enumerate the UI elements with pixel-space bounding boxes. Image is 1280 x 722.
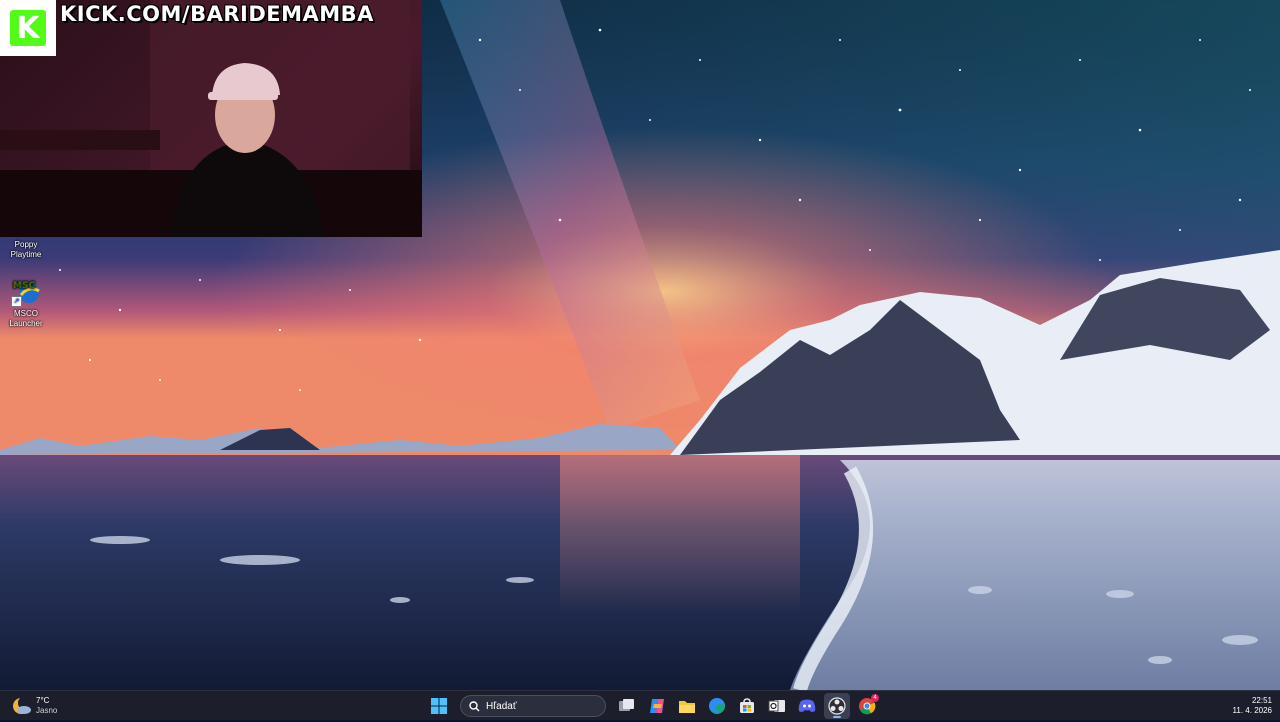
desktop-icon-msco-launcher[interactable]: MSC ↗ MSCO Launcher [0, 277, 52, 329]
clock-date: 11. 4. 2026 [1232, 706, 1272, 715]
task-view-button[interactable] [614, 693, 640, 719]
weather-condition: Jasno [36, 706, 58, 715]
obs-button[interactable] [824, 693, 850, 719]
taskbar-center: Hľadať 4 [424, 691, 882, 721]
folder-icon [679, 701, 695, 713]
webcam-overlay: K KICK.COM/BARIDEMAMBA [0, 0, 422, 237]
obs-icon [828, 697, 846, 715]
store-icon [740, 698, 754, 713]
discord-icon [798, 699, 816, 712]
file-explorer-button[interactable] [674, 693, 700, 719]
search-placeholder: Hľadať [486, 700, 517, 712]
windows-start-icon [431, 698, 447, 714]
icon-label-line2: Launcher [9, 319, 43, 328]
chrome-notification-badge: 4 [871, 694, 879, 702]
kick-logo: K [0, 0, 56, 56]
shortcut-arrow-icon: ↗ [11, 296, 22, 307]
taskbar: 7°C Jasno Hľadať 4 22:51 11. 4. 2026 [0, 690, 1280, 720]
desktop-icon-label: Poppy Playtime [0, 240, 52, 260]
clock-time: 22:51 [1251, 696, 1272, 705]
desktop-icon-label: MSCO Launcher [0, 309, 52, 329]
outlook-button[interactable] [764, 693, 790, 719]
icon-label-line1: MSCO [14, 309, 38, 318]
edge-icon [709, 698, 725, 714]
chrome-button[interactable]: 4 [854, 693, 880, 719]
taskbar-search-input[interactable]: Hľadať [460, 695, 606, 717]
msco-icon-text: MSC [13, 281, 35, 291]
weather-temperature: 7°C [36, 696, 50, 705]
discord-button[interactable] [794, 693, 820, 719]
start-button[interactable] [426, 693, 452, 719]
edge-button[interactable] [704, 693, 730, 719]
icon-label-line1: Poppy [14, 240, 38, 249]
desktop-icon-poppy-playtime[interactable]: Poppy Playtime [0, 240, 52, 260]
copilot-icon [650, 699, 664, 713]
msco-launcher-icon: MSC ↗ [11, 277, 41, 307]
icon-label-line2: Playtime [10, 250, 42, 259]
outlook-icon [768, 700, 785, 712]
task-view-icon [619, 699, 634, 711]
microsoft-store-button[interactable] [734, 693, 760, 719]
webcam-feed [0, 0, 422, 237]
weather-moon-icon [10, 695, 32, 717]
weather-widget[interactable]: 7°C Jasno [10, 694, 57, 718]
system-clock[interactable]: 22:51 11. 4. 2026 [1233, 696, 1272, 716]
channel-url: KICK.COM/BARIDEMAMBA [60, 2, 374, 26]
kick-logo-letter: K [10, 10, 46, 46]
copilot-button[interactable] [644, 693, 670, 719]
search-icon [469, 700, 480, 711]
weather-text: 7°C Jasno [36, 696, 57, 716]
